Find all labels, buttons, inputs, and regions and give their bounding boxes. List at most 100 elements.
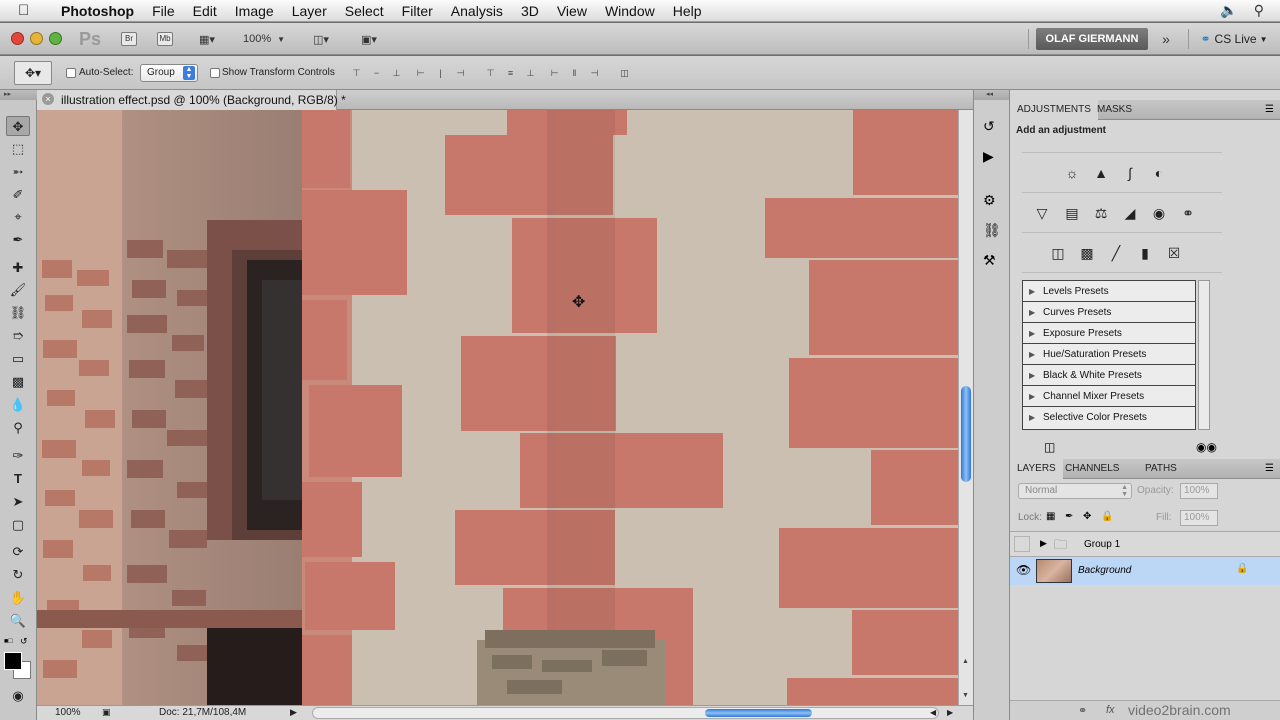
distribute-top-icon[interactable]: ⊤ (484, 67, 497, 79)
list-item[interactable]: ▶ Channel Mixer Presets (1023, 386, 1195, 407)
apple-menu-icon[interactable]:  (18, 2, 38, 19)
layer-name[interactable]: Background (1078, 565, 1131, 576)
menu-filter[interactable]: Filter (393, 0, 442, 22)
posterize-icon[interactable]: ▩ (1077, 243, 1097, 263)
eraser-tool-icon[interactable]: ▭ (6, 349, 30, 369)
scroll-down-icon[interactable]: ▼ (962, 692, 969, 699)
lock-transparency-icon[interactable]: ▦ (1046, 511, 1055, 522)
scroll-left-icon[interactable]: ◀ (930, 708, 936, 717)
tab-channels[interactable]: CHANNELS (1058, 459, 1126, 479)
document-canvas[interactable]: ✥ (37, 110, 958, 705)
status-zoom-level[interactable]: 100% (55, 707, 81, 718)
show-transform-controls-checkbox[interactable] (210, 68, 220, 78)
exposure-icon[interactable]: ◐ (1149, 163, 1169, 183)
shape-tool-icon[interactable]: ▢ (6, 515, 30, 535)
lock-position-icon[interactable]: ✥ (1083, 511, 1091, 522)
eyedropper-tool-icon[interactable]: ✒ (6, 230, 30, 250)
distribute-horizontal-center-icon[interactable]: ‖ (568, 67, 581, 79)
expand-group-icon[interactable]: ▶ (1040, 538, 1047, 549)
mini-bridge-button[interactable]: Mb (155, 29, 175, 49)
move-tool-icon[interactable]: ✥ (6, 116, 30, 136)
spotlight-search-icon[interactable]: ⚲ (1254, 2, 1264, 19)
canvas-vertical-scrollbar[interactable]: ▲ ▼ (958, 110, 973, 705)
selective-color-icon[interactable]: ☒ (1164, 243, 1184, 263)
screen-mode-button[interactable]: ▣▾ (352, 29, 386, 49)
tab-paths[interactable]: PATHS (1138, 459, 1184, 479)
spot-healing-brush-tool-icon[interactable]: ✚ (6, 258, 30, 278)
3d-rotate-tool-icon[interactable]: ⟳ (6, 542, 30, 562)
brightness-contrast-icon[interactable]: ☼ (1062, 163, 1082, 183)
type-tool-icon[interactable]: T (6, 469, 30, 489)
tab-adjustments[interactable]: ADJUSTMENTS (1010, 100, 1098, 120)
pen-tool-icon[interactable]: ✑ (6, 446, 30, 466)
align-vertical-center-icon[interactable]: − (370, 67, 383, 79)
3d-orbit-tool-icon[interactable]: ↻ (6, 565, 30, 585)
blur-tool-icon[interactable]: 💧 (6, 395, 30, 415)
align-top-icon[interactable]: ⊤ (350, 67, 363, 79)
channel-mixer-icon[interactable]: ⚭ (1178, 203, 1198, 223)
menu-help[interactable]: Help (664, 0, 711, 22)
panel-menu-icon[interactable]: ☰ (1265, 104, 1274, 115)
distribute-right-icon[interactable]: ⊣ (588, 67, 601, 79)
crop-tool-icon[interactable]: ⌖ (6, 207, 30, 227)
quick-mask-mode-icon[interactable]: ◉ (6, 686, 30, 706)
lock-all-icon[interactable]: 🔒 (1101, 511, 1113, 522)
menu-app-name[interactable]: Photoshop (52, 3, 143, 19)
scroll-up-icon[interactable]: ▲ (962, 658, 969, 665)
tool-presets-icon[interactable]: ⚒ (983, 252, 996, 269)
list-item[interactable]: ▶ Levels Presets (1023, 281, 1195, 302)
list-item[interactable]: ▶ Hue/Saturation Presets (1023, 344, 1195, 365)
history-panel-icon[interactable]: ↺ (983, 118, 995, 135)
distribute-left-icon[interactable]: ⊢ (548, 67, 561, 79)
history-brush-tool-icon[interactable]: ➱ (6, 326, 30, 346)
volume-icon[interactable]: 🔈 (1220, 2, 1237, 19)
layer-name[interactable]: Group 1 (1084, 539, 1120, 550)
quick-selection-tool-icon[interactable]: ✐ (6, 185, 30, 205)
presets-scrollbar[interactable] (1198, 280, 1210, 430)
list-item[interactable]: ▶ Curves Presets (1023, 302, 1195, 323)
align-right-icon[interactable]: ⊣ (454, 67, 467, 79)
rectangular-marquee-tool-icon[interactable]: ⬚ (6, 139, 30, 159)
return-to-adjustment-list-icon[interactable]: ◫ (1044, 440, 1055, 454)
menu-image[interactable]: Image (226, 0, 283, 22)
auto-select-checkbox[interactable] (66, 68, 76, 78)
gradient-map-icon[interactable]: ▮ (1135, 243, 1155, 263)
auto-align-layers-icon[interactable]: ◫ (618, 67, 631, 79)
brush-presets-icon[interactable]: ⚙ (983, 192, 996, 209)
eye-icon[interactable]: 👁 (1016, 563, 1031, 577)
close-document-icon[interactable]: × (42, 93, 54, 105)
status-menu-arrow-icon[interactable]: ▶ (290, 707, 297, 718)
brush-tool-icon[interactable]: 🖌 (6, 280, 30, 300)
tab-layers[interactable]: LAYERS (1010, 459, 1063, 479)
view-extras-button[interactable]: ▦▾ (190, 29, 224, 49)
path-selection-tool-icon[interactable]: ➤ (6, 492, 30, 512)
vertical-scroll-thumb[interactable] (961, 386, 971, 482)
layer-row-group-1[interactable]: ▶ 🗀 Group 1 (1010, 531, 1280, 557)
menu-analysis[interactable]: Analysis (442, 0, 512, 22)
list-item[interactable]: ▶ Selective Color Presets (1023, 407, 1195, 428)
tools-panel-collapse-icon[interactable]: ▸▸ (0, 90, 37, 100)
list-item[interactable]: ▶ Black & White Presets (1023, 365, 1195, 386)
visibility-toggle[interactable] (1014, 536, 1030, 552)
opacity-input[interactable]: 100% (1180, 483, 1218, 499)
dock-collapse-icon[interactable]: ◂◂ (974, 90, 1009, 100)
align-bottom-icon[interactable]: ⊥ (390, 67, 403, 79)
color-balance-icon[interactable]: ⚖ (1091, 203, 1111, 223)
threshold-icon[interactable]: ╱ (1106, 243, 1126, 263)
gradient-tool-icon[interactable]: ▩ (6, 372, 30, 392)
clone-stamp-tool-icon[interactable]: ⛓ (6, 303, 30, 323)
blend-mode-select[interactable]: Normal ▲ ▼ (1018, 483, 1132, 499)
zoom-tool-icon[interactable]: 🔍 (6, 611, 30, 631)
user-account-button[interactable]: OLAF GIERMANN (1036, 28, 1148, 50)
align-left-icon[interactable]: ⊢ (414, 67, 427, 79)
document-tab[interactable]: × illustration effect.psd @ 100% (Backgr… (37, 90, 346, 110)
fill-input[interactable]: 100% (1180, 510, 1218, 526)
cs-live-button[interactable]: ⚭ CS Live ▼ (1196, 29, 1272, 49)
default-colors-icon[interactable]: ■□ (4, 638, 14, 646)
lock-pixels-icon[interactable]: ✒ (1065, 511, 1073, 522)
menu-layer[interactable]: Layer (283, 0, 336, 22)
bridge-button[interactable]: Br (119, 29, 139, 49)
lasso-tool-icon[interactable]: ➵ (6, 162, 30, 182)
menu-file[interactable]: File (143, 0, 184, 22)
panel-menu-icon[interactable]: ☰ (1265, 463, 1274, 474)
